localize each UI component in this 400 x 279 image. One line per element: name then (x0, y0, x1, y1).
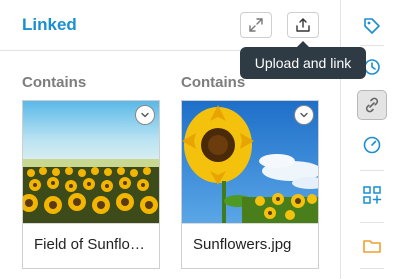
link-icon (365, 97, 379, 113)
rail-item-tags[interactable] (357, 11, 387, 41)
file-name-1: Field of Sunflo… (23, 223, 159, 268)
upload-button[interactable] (287, 12, 319, 38)
rail-item-folder[interactable] (357, 231, 387, 261)
chevron-down-icon (300, 112, 308, 118)
rail-divider (360, 268, 384, 269)
upload-icon (296, 18, 310, 32)
rail-divider (360, 222, 384, 223)
rail-item-analytics[interactable] (357, 130, 387, 160)
card-menu-button-2[interactable] (294, 105, 314, 125)
rail-item-linked[interactable] (357, 90, 387, 120)
chevron-down-icon (141, 112, 149, 118)
rail-item-add-block[interactable] (357, 180, 387, 210)
linked-file-card-1[interactable]: Field of Sunflo… (22, 100, 160, 269)
folder-icon (363, 240, 381, 253)
panel-title: Linked (22, 15, 77, 34)
linked-file-card-2[interactable]: Sunflowers.jpg (181, 100, 319, 269)
upload-tooltip: Upload and link (240, 41, 366, 79)
right-icon-rail (340, 0, 400, 279)
grid-add-icon (363, 186, 382, 204)
card-menu-button-1[interactable] (135, 105, 155, 125)
rail-divider (360, 45, 384, 46)
contains-label-2: Contains (181, 74, 246, 91)
tag-icon (364, 18, 380, 34)
linked-panel: Linked Contains Field of Sunflo… Contain… (0, 0, 340, 279)
tooltip-text: Upload and link (254, 55, 352, 71)
panel-header: Linked (0, 0, 340, 51)
gauge-icon (363, 136, 381, 154)
rail-divider (360, 170, 384, 171)
expand-button[interactable] (240, 12, 272, 38)
contains-label-1: Contains (22, 74, 87, 91)
file-name-2: Sunflowers.jpg (182, 223, 318, 268)
expand-icon (249, 18, 263, 32)
